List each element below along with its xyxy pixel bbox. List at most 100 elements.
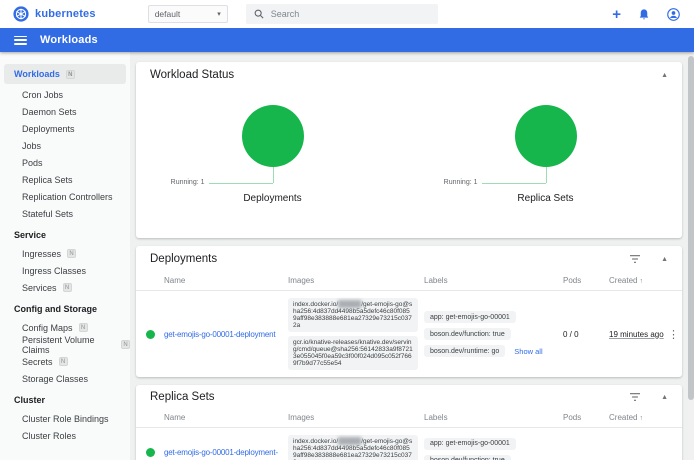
chart-label: Replica Sets [517,193,573,204]
status-running-icon [146,448,155,457]
pie-chart-running [242,105,304,167]
sidebar-item-config-and-storage[interactable]: Config and Storage [0,299,130,319]
label-chip: boson.dev/runtime: go [424,345,505,357]
labels-cell: app: get-emojis-go-00001 boson.dev/funct… [424,311,563,357]
column-header-images[interactable]: Images [288,276,424,285]
column-header-labels[interactable]: Labels [424,276,563,285]
table-row: get-emojis-go-00001-deployment- index.do… [136,428,682,460]
search-bar[interactable] [246,4,438,24]
status-running-icon [146,330,155,339]
label-chip: app: get-emojis-go-00001 [424,438,516,450]
namespaced-badge: N [67,249,76,258]
column-header-name[interactable]: Name [164,413,288,422]
column-header-created[interactable]: Created↑ [605,276,665,285]
sidebar-item-cluster-role-bindings[interactable]: Cluster Role Bindings [0,410,130,427]
replica-set-name-link[interactable]: get-emojis-go-00001-deployment- [164,448,288,457]
sidebar-item-config-maps[interactable]: Config Maps N [0,319,130,336]
replica-sets-status-chart: Running: 1 Replica Sets [409,97,682,204]
table-row: get-emojis-go-00001-deployment index.doc… [136,291,682,377]
filter-icon[interactable] [629,254,641,264]
card-title-replica-sets: Replica Sets [150,391,215,403]
replica-sets-table-header: Name Images Labels Pods Created↑ [136,408,682,428]
namespaced-badge: N [121,340,130,349]
sidebar-item-ingresses[interactable]: Ingresses N [0,245,130,262]
image-chip: index.docker.io/█████/get-emojis-go@sha2… [288,298,418,332]
sidebar-item-service[interactable]: Service [0,225,130,245]
namespaced-badge: N [59,357,68,366]
deployments-table-header: Name Images Labels Pods Created↑ [136,271,682,291]
sidebar-item-daemon-sets[interactable]: Daemon Sets [0,103,130,120]
collapse-card-button[interactable]: ▲ [661,72,668,79]
sidebar-item-ingress-classes[interactable]: Ingress Classes [0,262,130,279]
notifications-bell-icon[interactable] [638,8,650,21]
pie-chart-running [515,105,577,167]
collapse-card-button[interactable]: ▲ [661,394,668,401]
column-header-labels[interactable]: Labels [424,413,563,422]
chart-leader-line: Running: 1 [409,167,682,184]
sidebar-item-cluster-roles[interactable]: Cluster Roles [0,427,130,444]
workload-status-card: Workload Status ▲ Running: 1 Deployments… [136,62,682,238]
label-chip: boson.dev/function: true [424,455,511,460]
column-header-images[interactable]: Images [288,413,424,422]
brand-name: kubernetes [35,8,96,20]
card-title-deployments: Deployments [150,253,217,265]
images-cell: index.docker.io/█████/get-emojis-go@sha2… [288,298,424,370]
sidebar-item-storage-classes[interactable]: Storage Classes [0,370,130,387]
sidebar-item-secrets[interactable]: Secrets N [0,353,130,370]
sidebar-item-cluster[interactable]: Cluster [0,390,130,410]
chart-annotation: Running: 1 [171,179,205,186]
namespaced-badge: N [79,323,88,332]
show-all-labels-link[interactable]: Show all [514,347,542,356]
page-title: Workloads [40,34,98,46]
sidebar-item-deployments[interactable]: Deployments [0,120,130,137]
pods-count: 0 / 0 [563,330,605,339]
sidebar-item-stateful-sets[interactable]: Stateful Sets [0,205,130,222]
sidebar-item-replica-sets[interactable]: Replica Sets [0,171,130,188]
column-header-created[interactable]: Created↑ [605,413,665,422]
deployments-card: Deployments ▲ Name Images Labels Pods Cr… [136,246,682,377]
image-chip: gcr.io/knative-releases/knative.dev/serv… [288,336,418,370]
sidebar-nav: Workloads N Cron Jobs Daemon Sets Deploy… [0,52,130,460]
replica-sets-card: Replica Sets ▲ Name Images Labels Pods C… [136,385,682,460]
chart-label: Deployments [243,193,301,204]
sidebar-item-persistent-volume-claims[interactable]: Persistent Volume Claims N [0,336,130,353]
created-timestamp: 19 minutes ago [605,330,665,339]
row-actions-kebab-menu[interactable]: ⋮ [665,328,682,341]
create-resource-button[interactable]: + [612,7,621,22]
namespace-value: default [155,9,181,19]
collapse-card-button[interactable]: ▲ [661,256,668,263]
user-account-icon[interactable] [667,8,680,21]
chart-annotation: Running: 1 [444,179,478,186]
label-chip: boson.dev/function: true [424,328,511,340]
namespaced-badge: N [66,70,75,79]
sidebar-item-cron-jobs[interactable]: Cron Jobs [0,86,130,103]
chevron-down-icon: ▾ [217,10,221,18]
deployment-name-link[interactable]: get-emojis-go-00001-deployment [164,330,288,339]
sort-ascending-icon: ↑ [639,278,643,285]
sidebar-item-services[interactable]: Services N [0,279,130,296]
sidebar-item-workloads[interactable]: Workloads N [4,64,126,84]
menu-hamburger-icon[interactable] [14,36,27,45]
column-header-pods[interactable]: Pods [563,413,605,422]
image-chip: index.docker.io/█████/get-emojis-go@sha2… [288,435,418,460]
column-header-name[interactable]: Name [164,276,288,285]
search-input[interactable] [271,9,421,19]
redacted-registry-user: █████ [338,301,361,308]
redacted-registry-user: █████ [338,438,361,445]
kubernetes-brand[interactable]: kubernetes [13,6,96,22]
namespace-selector[interactable]: default ▾ [148,5,228,23]
sidebar-item-jobs[interactable]: Jobs [0,137,130,154]
kubernetes-logo-icon [13,6,29,22]
sidebar-item-replication-controllers[interactable]: Replication Controllers [0,188,130,205]
chart-leader-line: Running: 1 [136,167,409,184]
labels-cell: app: get-emojis-go-00001 boson.dev/funct… [424,438,563,460]
deployments-status-chart: Running: 1 Deployments [136,97,409,204]
top-header: kubernetes default ▾ + [0,0,694,28]
sort-ascending-icon: ↑ [639,415,643,422]
app-bar: Workloads [0,28,694,52]
main-content: Workload Status ▲ Running: 1 Deployments… [130,52,688,460]
filter-icon[interactable] [629,392,641,402]
column-header-pods[interactable]: Pods [563,276,605,285]
scrollbar-thumb[interactable] [688,56,694,400]
sidebar-item-pods[interactable]: Pods [0,154,130,171]
